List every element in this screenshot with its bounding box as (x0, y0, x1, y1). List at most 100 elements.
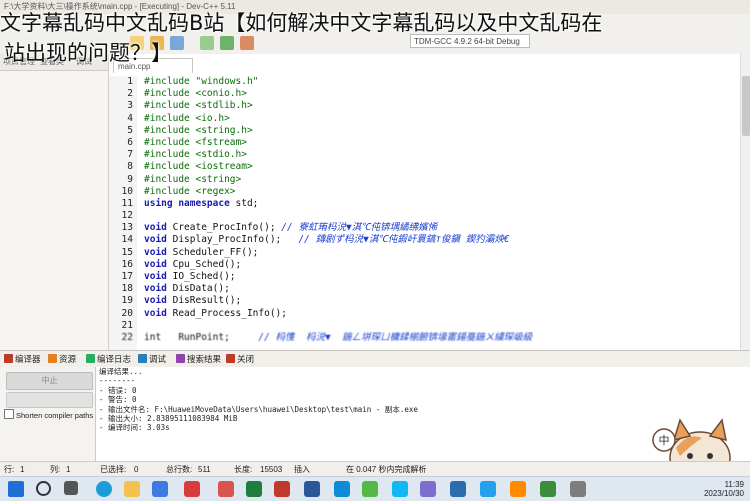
code-token-fn: Cpu_Sched(); (166, 258, 242, 270)
tab-close-label: 关闭 (237, 354, 255, 364)
ime-lang-badge: 中 (659, 434, 670, 447)
code-line[interactable]: 20 void Read_Process_Info(); (109, 308, 740, 320)
code-line[interactable]: 16 void Cpu_Sched(); (109, 259, 740, 271)
code-line[interactable]: 19 void DisResult(); (109, 295, 740, 307)
code-token-pre: #include <conio.h> (144, 88, 247, 100)
abort-compile-button[interactable]: 中止 (6, 372, 93, 390)
tab-resources-label: 资源 (59, 354, 77, 364)
windows-start-icon[interactable] (8, 481, 24, 497)
task-view-icon[interactable] (64, 481, 78, 495)
code-line[interactable]: 17 void IO_Sched(); (109, 271, 740, 283)
clock-time: 11:39 (724, 480, 744, 489)
status-lines-label: 总行数: (166, 465, 193, 474)
code-token-kw: using namespace (144, 197, 230, 209)
line-number: 11 (121, 197, 133, 209)
word-icon[interactable] (304, 481, 320, 497)
code-text: #include <conio.h> (144, 88, 247, 100)
code-text: #include <fstream> (144, 137, 247, 149)
app-icon-orange[interactable] (510, 481, 526, 497)
code-text: #include <io.h> (144, 113, 230, 125)
vscode-icon[interactable] (450, 481, 466, 497)
app-icon-purple[interactable] (420, 481, 436, 497)
code-line[interactable]: 15 void Scheduler_FF(); (109, 247, 740, 259)
line-number: 22 (121, 331, 133, 343)
code-token-cm: // 杩愯 杩涚▼ 鍦ㄥ垪琛ㄩ槦鍒椾腑锛堟寚鍚戞鍦ㄨ繍琛岋級 (229, 331, 533, 343)
ppt-icon[interactable] (274, 481, 290, 497)
devcpp-icon[interactable] (540, 481, 556, 497)
wps-icon[interactable] (218, 481, 234, 497)
code-line[interactable]: 4 #include <io.h> (109, 113, 740, 125)
tab-resources[interactable]: 资源 (48, 352, 76, 366)
excel-icon[interactable] (246, 481, 262, 497)
code-token-pre: #include <stdio.h> (144, 149, 247, 161)
code-token-fn: DisResult(); (166, 295, 242, 307)
scrollbar-thumb[interactable] (742, 76, 750, 136)
shorten-paths-checkbox[interactable] (4, 409, 14, 419)
code-line[interactable]: 22 int RunPoint; // 杩愯 杩涚▼ 鍦ㄥ垪琛ㄩ槦鍒椾腑锛堟寚鍚戞… (109, 332, 740, 344)
code-line[interactable]: 10 #include <regex> (109, 186, 740, 198)
code-area[interactable]: 1 #include "windows.h" 2 #include <conio.h>… (109, 76, 740, 344)
code-text: #include <iostream> (144, 161, 253, 173)
tab-debug-output-label: 调试 (149, 354, 167, 364)
code-token-pre: #include "windows.h" (144, 76, 259, 87)
compiler-icon (4, 354, 13, 363)
tab-search-results[interactable]: 搜索结果 (176, 352, 221, 366)
tab-compiler[interactable]: 编译器 (4, 352, 41, 366)
code-line[interactable]: 9 #include <string> (109, 174, 740, 186)
code-token-kw: void (144, 222, 167, 234)
app-icon-blue[interactable] (480, 481, 496, 497)
code-editor[interactable]: main.cpp 1 #include "windows.h" 2 #include … (109, 54, 740, 350)
code-text: #include <stdlib.h> (144, 100, 253, 112)
edge-browser-icon[interactable] (96, 481, 112, 497)
code-line[interactable]: 2 #include <conio.h> (109, 88, 740, 100)
shorten-paths-option[interactable]: Shorten compiler paths (4, 409, 93, 420)
code-token-cm: // 鏄剧ず杩涚▼淇℃伅鍜屽睘鎬т俊鎭 鍥犳灞炴€ (281, 234, 510, 246)
code-text: void Scheduler_FF(); (144, 247, 258, 259)
tab-compile-log[interactable]: 编译日志 (86, 352, 131, 366)
line-number: 10 (121, 185, 133, 197)
code-line[interactable]: 14 void Display_ProcInfo(); // 鏄剧ず杩涚▼淇℃伅鍜… (109, 234, 740, 246)
output-line: - 警告: 0 (99, 395, 137, 405)
line-number: 21 (121, 319, 133, 331)
tab-close[interactable]: 关闭 (226, 352, 254, 366)
code-line[interactable]: 12 (109, 210, 740, 222)
line-number: 6 (127, 136, 133, 148)
file-explorer-icon[interactable] (124, 481, 140, 497)
output-secondary-button[interactable] (6, 392, 93, 408)
app-icon-red[interactable] (184, 481, 200, 497)
code-text: #include <regex> (144, 186, 236, 198)
store-icon[interactable] (152, 481, 168, 497)
code-line[interactable]: 18 void DisData(); (109, 283, 740, 295)
code-line[interactable]: 5 #include <string.h> (109, 125, 740, 137)
line-number: 16 (121, 258, 133, 270)
tab-debug-output[interactable]: 调试 (138, 352, 166, 366)
qq-icon[interactable] (392, 481, 408, 497)
code-token-kw: void (144, 283, 167, 295)
console-icon[interactable] (570, 481, 586, 497)
code-line[interactable]: 6 #include <fstream> (109, 137, 740, 149)
status-bar: 行: 1 列: 1 已选择: 0 总行数: 511 长度: 15503 插入 在… (0, 461, 750, 477)
code-line[interactable]: 13 void Create_ProcInfo(); // 寮虹珛杩涚▼淇℃伅锛堣… (109, 222, 740, 234)
line-number: 9 (127, 173, 133, 185)
search-icon[interactable] (36, 481, 51, 496)
code-line[interactable]: 1 #include "windows.h" (109, 76, 740, 88)
debug-check-icon (138, 354, 147, 363)
status-len: 15503 (260, 465, 283, 474)
output-line: -------- (99, 376, 136, 386)
browser-icon[interactable] (334, 481, 350, 497)
code-line[interactable]: 7 #include <stdio.h> (109, 149, 740, 161)
headline-line-2: 站出现的问题？】 (4, 41, 172, 65)
status-len-label: 长度: (234, 465, 253, 474)
system-clock[interactable]: 11:39 2023/10/30 (680, 480, 744, 498)
code-line[interactable]: 8 #include <iostream> (109, 161, 740, 173)
line-number: 18 (121, 283, 133, 295)
wechat-icon[interactable] (362, 481, 378, 497)
code-line[interactable]: 11 using namespace std; (109, 198, 740, 210)
editor-scrollbar[interactable] (740, 54, 750, 350)
code-text: int RunPoint; // 杩愯 杩涚▼ 鍦ㄥ垪琛ㄩ槦鍒椾腑锛堟寚鍚戞鍦ㄨ… (144, 332, 532, 344)
code-line[interactable]: 21 (109, 320, 740, 332)
code-line[interactable]: 3 #include <stdlib.h> (109, 100, 740, 112)
line-number: 20 (121, 307, 133, 319)
line-number: 17 (121, 271, 133, 282)
code-text: #include <string.h> (144, 125, 253, 137)
